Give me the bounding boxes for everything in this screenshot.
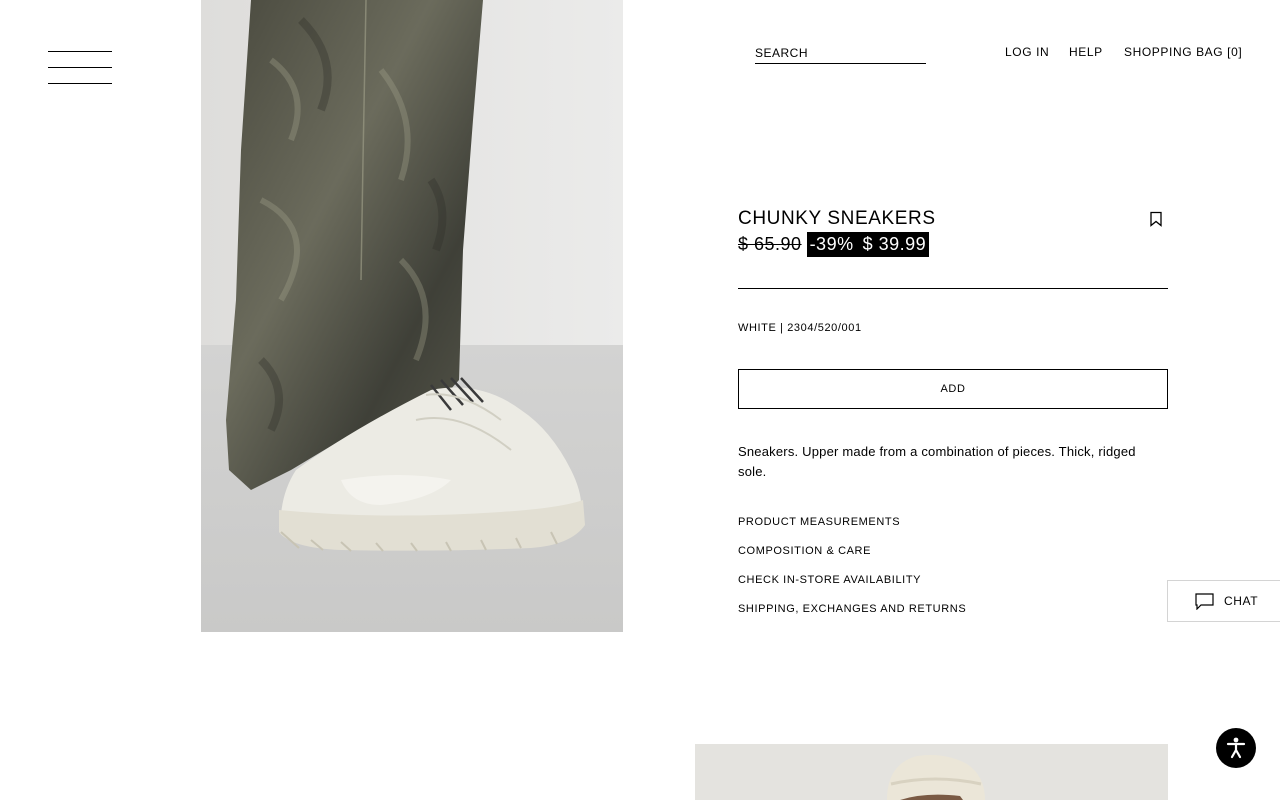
chat-label: CHAT	[1224, 594, 1259, 608]
product-image-secondary[interactable]	[695, 744, 1168, 800]
bookmark-icon[interactable]	[1149, 211, 1163, 227]
product-image[interactable]	[201, 0, 623, 632]
shopping-bag-link[interactable]: SHOPPING BAG [0]	[1124, 45, 1242, 59]
accessibility-icon[interactable]	[1216, 728, 1256, 768]
composition-care-link[interactable]: COMPOSITION & CARE	[738, 544, 966, 573]
menu-line	[48, 67, 112, 68]
product-photo-drawing	[201, 0, 623, 632]
divider	[738, 288, 1168, 289]
color-reference: WHITE | 2304/520/001	[738, 322, 862, 334]
product-measurements-link[interactable]: PRODUCT MEASUREMENTS	[738, 515, 966, 544]
help-link[interactable]: HELP	[1069, 45, 1103, 59]
sale-price: $ 39.99	[862, 234, 927, 254]
chat-button[interactable]: CHAT	[1167, 580, 1280, 622]
menu-line	[48, 83, 112, 84]
add-to-bag-button[interactable]: ADD	[738, 369, 1168, 409]
product-title: CHUNKY SNEAKERS	[738, 208, 936, 229]
accessibility-figure-icon	[1226, 737, 1246, 759]
original-price: $ 65.90	[738, 234, 802, 254]
store-availability-link[interactable]: CHECK IN-STORE AVAILABILITY	[738, 573, 966, 602]
product-info-links: PRODUCT MEASUREMENTS COMPOSITION & CARE …	[738, 515, 966, 631]
price-row: $ 65.90 -39% $ 39.99	[738, 232, 930, 257]
search-field[interactable]	[755, 44, 926, 64]
bookmark-icon-glyph	[1150, 211, 1162, 227]
product-photo-secondary-drawing	[695, 744, 1168, 800]
login-link[interactable]: LOG IN	[1005, 45, 1049, 59]
product-description: Sneakers. Upper made from a combination …	[738, 444, 1136, 479]
discount-percent: -39%	[809, 234, 854, 254]
hamburger-menu-icon[interactable]	[48, 50, 112, 86]
menu-line	[48, 51, 112, 52]
chat-bubble-icon	[1195, 592, 1214, 610]
sale-price-badge: -39% $ 39.99	[806, 232, 930, 257]
search-input[interactable]	[755, 44, 926, 62]
shipping-returns-link[interactable]: SHIPPING, EXCHANGES AND RETURNS	[738, 602, 966, 631]
